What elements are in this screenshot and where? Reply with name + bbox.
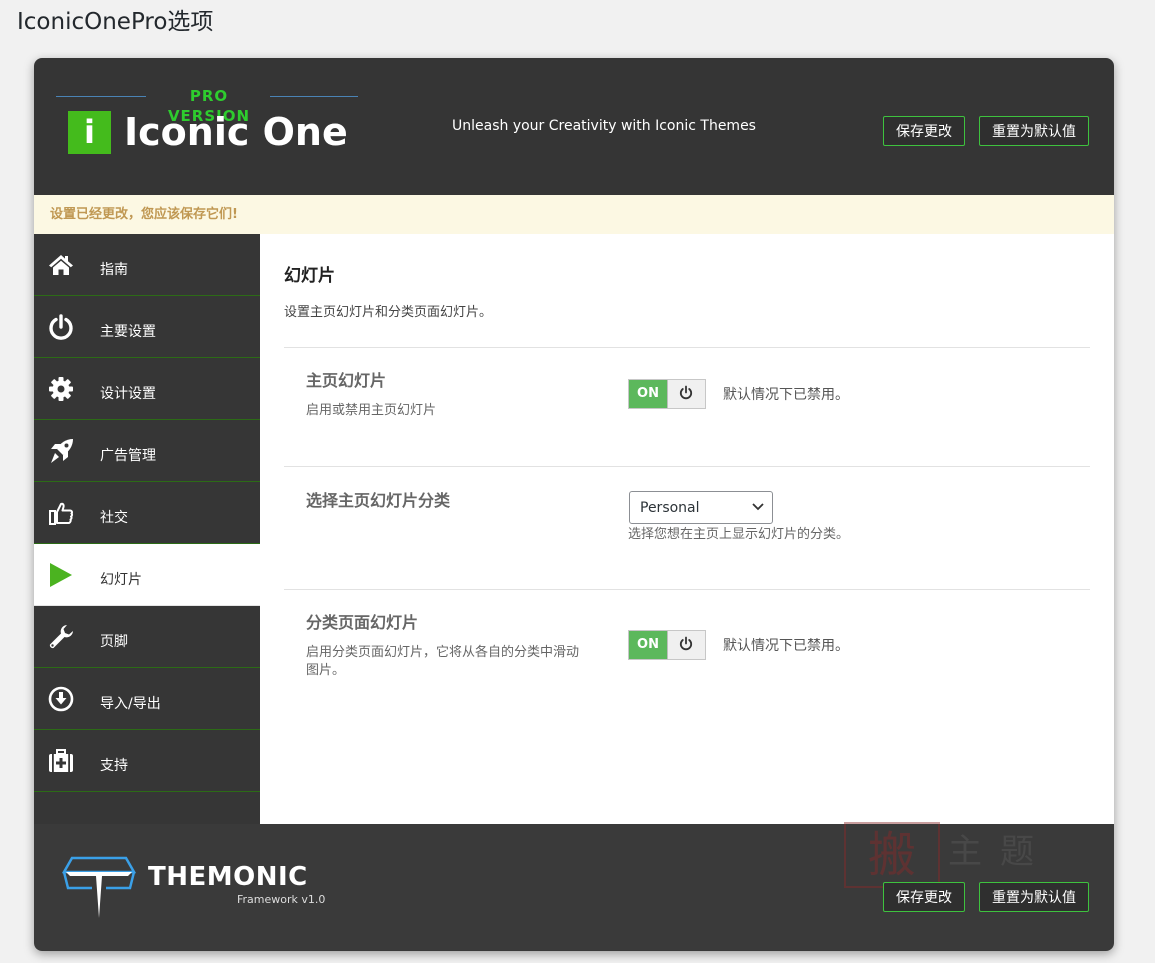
themonic-logo-icon (62, 856, 136, 918)
gear-icon (49, 377, 73, 401)
options-panel: PRO VERSION i Iconic One Unleash your Cr… (34, 58, 1114, 951)
chevron-down-icon (752, 503, 764, 511)
sidebar-item-design-settings[interactable]: 设计设置 (34, 358, 260, 420)
category-slider-label: 分类页面幻灯片 (306, 613, 419, 632)
iconic-one-logo: PRO VERSION i Iconic One (56, 86, 358, 156)
sidebar-item-label: 广告管理 (100, 448, 156, 464)
first-aid-icon (49, 749, 73, 772)
switch-knob (667, 380, 705, 408)
sidebar-item-label: 支持 (100, 758, 128, 774)
sidebar-item-label: 指南 (100, 262, 128, 278)
sidebar-item-label: 主要设置 (100, 324, 156, 340)
header-save-button[interactable]: 保存更改 (883, 116, 965, 146)
switch-on-label: ON (629, 631, 667, 659)
field-divider (284, 466, 1090, 467)
options-sidebar: 指南 主要设置 设计设置 广告管理 社交 幻灯片 页脚 导入/导出 支持 (34, 234, 260, 824)
select-value: Personal (640, 500, 700, 516)
home-slider-category-select[interactable]: Personal (629, 491, 773, 524)
header-reset-button[interactable]: 重置为默认值 (979, 116, 1089, 146)
logo-line-left (56, 96, 146, 97)
sidebar-item-social[interactable]: 社交 (34, 482, 260, 544)
page-title: IconicOnePro选项 (17, 9, 214, 35)
sidebar-item-label: 页脚 (100, 634, 128, 650)
sidebar-item-import-export[interactable]: 导入/导出 (34, 668, 260, 730)
brand-name: THEMONIC (148, 862, 308, 892)
download-icon (48, 686, 74, 712)
sidebar-item-main-settings[interactable]: 主要设置 (34, 296, 260, 358)
brand-subtitle: Framework v1.0 (237, 893, 326, 906)
category-slider-note: 默认情况下已禁用。 (723, 638, 849, 654)
logo-badge-icon: i (68, 111, 111, 154)
power-icon (679, 636, 693, 651)
section-divider (284, 347, 1090, 348)
sidebar-item-label: 设计设置 (100, 386, 156, 402)
home-slider-label: 主页幻灯片 (306, 371, 387, 390)
category-slider-description: 启用分类页面幻灯片，它将从各自的分类中滑动图片。 (306, 645, 580, 678)
sidebar-item-guide[interactable]: 指南 (34, 234, 260, 296)
sidebar-item-label: 幻灯片 (100, 572, 142, 588)
watermark-stamp: 搬 (844, 822, 940, 888)
home-slider-category-label: 选择主页幻灯片分类 (306, 491, 451, 510)
rocket-icon (51, 439, 73, 463)
options-content: 幻灯片 设置主页幻灯片和分类页面幻灯片。 主页幻灯片 启用或禁用主页幻灯片 ON… (260, 234, 1114, 824)
watermark: 搬 主题 (844, 822, 1084, 888)
power-icon (679, 385, 693, 400)
home-slider-category-note: 选择您想在主页上显示幻灯片的分类。 (628, 527, 850, 542)
unsaved-notice: 设置已经更改，您应该保存它们! (34, 195, 1114, 234)
play-icon (50, 563, 72, 587)
home-icon (49, 255, 73, 275)
home-slider-description: 启用或禁用主页幻灯片 (306, 403, 437, 418)
field-divider (284, 589, 1090, 590)
sidebar-item-ad-management[interactable]: 广告管理 (34, 420, 260, 482)
sidebar-item-label: 社交 (100, 510, 128, 526)
sidebar-item-support[interactable]: 支持 (34, 730, 260, 792)
sidebar-item-label: 导入/导出 (100, 696, 161, 712)
logo-line-right (270, 96, 358, 97)
category-slider-switch[interactable]: ON (628, 630, 706, 660)
logo-name: Iconic One (124, 110, 348, 154)
thumbs-up-icon (49, 502, 74, 525)
home-slider-note: 默认情况下已禁用。 (723, 387, 849, 403)
switch-knob (667, 631, 705, 659)
switch-on-label: ON (629, 380, 667, 408)
wrench-icon (49, 625, 73, 649)
options-footer: THEMONIC Framework v1.0 搬 主题 保存更改 重置为默认值 (34, 822, 1114, 951)
options-header: PRO VERSION i Iconic One Unleash your Cr… (34, 58, 1114, 195)
section-title: 幻灯片 (284, 266, 335, 286)
footer-reset-button[interactable]: 重置为默认值 (979, 882, 1089, 912)
sidebar-item-footer[interactable]: 页脚 (34, 606, 260, 668)
home-slider-switch[interactable]: ON (628, 379, 706, 409)
section-description: 设置主页幻灯片和分类页面幻灯片。 (284, 305, 493, 320)
sidebar-item-slider[interactable]: 幻灯片 (34, 544, 260, 606)
header-tagline: Unleash your Creativity with Iconic Them… (452, 118, 756, 134)
footer-save-button[interactable]: 保存更改 (883, 882, 965, 912)
watermark-text: 主题 (948, 832, 1052, 872)
power-icon (49, 314, 73, 340)
